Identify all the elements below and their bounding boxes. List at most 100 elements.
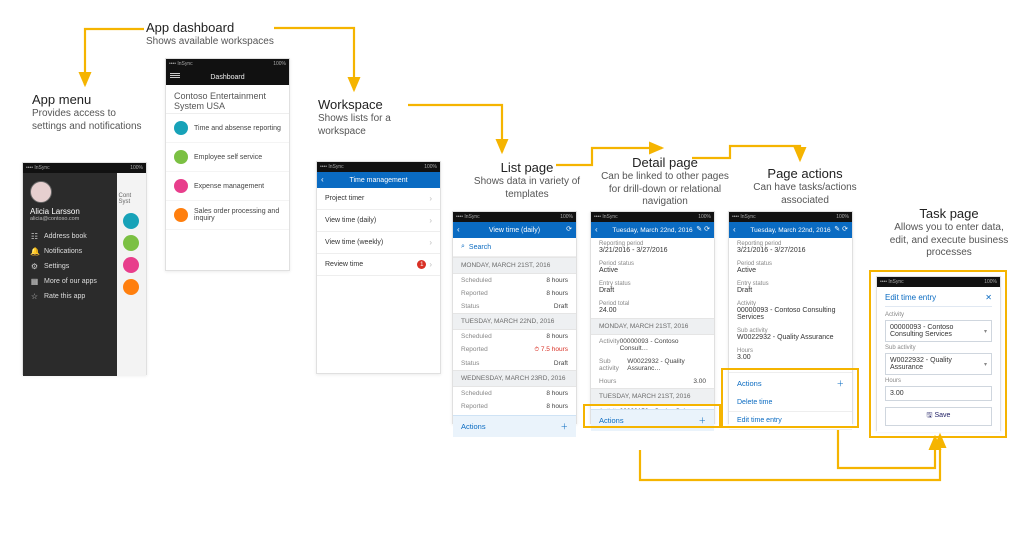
plus-icon[interactable]: ＋ [699, 415, 707, 426]
chevron-right-icon: › [429, 238, 432, 247]
refresh-icon[interactable]: ⟳ [842, 226, 848, 233]
list-item[interactable]: Scheduled8 hours [453, 274, 576, 287]
label-appmenu: App menu Provides access to settings and… [32, 92, 142, 133]
gear-icon: ⚙ [30, 262, 39, 271]
edit-icon[interactable]: ✎ [834, 226, 840, 233]
circle-icon [174, 208, 188, 222]
back-icon[interactable]: ‹ [595, 225, 598, 234]
circle-icon [174, 150, 188, 164]
label-title: App menu [32, 92, 142, 107]
page-title: Dashboard [210, 74, 244, 81]
circle-icon [174, 121, 188, 135]
menu-addressbook[interactable]: ☷Address book [30, 232, 110, 241]
chevron-right-icon: › [429, 260, 432, 269]
list-item[interactable]: Reported8 hours [453, 400, 576, 413]
phone-pageactions: •••• InSync100% ‹ Tuesday, March 22nd, 2… [728, 211, 853, 424]
action-delete-time[interactable]: Delete time [729, 394, 852, 412]
circle-icon [174, 179, 188, 193]
refresh-icon[interactable]: ⟳ [566, 225, 572, 233]
label-listpage: List page Shows data in variety of templ… [462, 160, 592, 201]
plus-icon[interactable]: ＋ [561, 421, 569, 432]
list-item[interactable]: Activity00000093 - Contoso Consult… [591, 335, 714, 355]
group-header: TUESDAY, MARCH 21ST, 2016 [591, 388, 714, 405]
list-item[interactable]: Activity00000150 - Cycles Sales and… [591, 405, 714, 409]
hamburger-icon[interactable] [170, 72, 180, 81]
list-item[interactable]: Sub activityW0022932 - Quality Assuranc… [591, 355, 714, 375]
list-review-time[interactable]: Review time1› [317, 254, 440, 276]
chevron-right-icon: › [429, 194, 432, 203]
chip-icon [123, 257, 139, 273]
list-item[interactable]: StatusDraft [453, 357, 576, 370]
phone-taskpage: •••• InSync100% Edit time entry ✕ Activi… [876, 276, 1001, 431]
menu-rate[interactable]: ☆Rate this app [30, 292, 110, 301]
actions-bar[interactable]: Actions＋ [729, 372, 852, 394]
actions-bar[interactable]: Actions＋ [591, 409, 714, 431]
list-item[interactable]: Hours3.00 [591, 375, 714, 388]
chevron-right-icon: › [429, 216, 432, 225]
list-project-timer[interactable]: Project timer› [317, 188, 440, 210]
peek-dashboard: ContSyst [117, 173, 146, 376]
list-view-weekly[interactable]: View time (weekly)› [317, 232, 440, 254]
phone-appmenu: •••• InSync100% Alicia Larsson alicia@co… [22, 162, 147, 375]
plus-icon[interactable]: ＋ [837, 378, 845, 389]
workspace-sales[interactable]: Sales order processing and inquiry [166, 201, 289, 230]
page-title: Tuesday, March 22nd, 2016 [750, 227, 830, 234]
company-name: Contoso Entertainment System USA [166, 85, 289, 113]
page-title: Time management [349, 177, 407, 184]
label-pageactions: Page actions Can have tasks/actions asso… [740, 166, 870, 207]
workspace-ess[interactable]: Employee self service [166, 143, 289, 172]
chip-icon [123, 279, 139, 295]
list-view-daily[interactable]: View time (daily)› [317, 210, 440, 232]
list-item[interactable]: Scheduled8 hours [453, 330, 576, 343]
user-mail: alicia@contoso.com [30, 216, 110, 222]
label-dashboard: App dashboard Shows available workspaces [146, 20, 296, 49]
apps-icon: ▦ [30, 277, 39, 286]
list-item[interactable]: Reported⏱ 7.5 hours [453, 343, 576, 357]
page-title: Tuesday, March 22nd, 2016 [612, 227, 692, 234]
list-item[interactable]: StatusDraft [453, 300, 576, 313]
chip-icon [123, 235, 139, 251]
search-input[interactable]: ⌕Search [453, 238, 576, 257]
statusbar: •••• InSync100% [23, 163, 146, 173]
back-icon[interactable]: ‹ [321, 175, 324, 184]
subactivity-select[interactable]: W0022932 - Quality Assurance▾ [885, 353, 992, 375]
close-icon[interactable]: ✕ [985, 293, 992, 302]
grid-icon: ☷ [30, 232, 39, 241]
label-taskpage: Task page Allows you to enter data, edit… [884, 206, 1014, 260]
back-icon[interactable]: ‹ [733, 225, 736, 234]
workspace-time[interactable]: Time and absense reporting [166, 114, 289, 143]
back-icon[interactable]: ‹ [457, 225, 460, 234]
group-header: MONDAY, MARCH 21ST, 2016 [591, 318, 714, 335]
menu-notifications[interactable]: 🔔Notifications [30, 247, 110, 256]
phone-workspace: •••• InSync100% ‹ Time management Projec… [316, 161, 441, 374]
label-workspace: Workspace Shows lists for a workspace [318, 97, 438, 138]
action-edit-time[interactable]: Edit time entry [729, 412, 852, 430]
edit-icon[interactable]: ✎ [696, 226, 702, 233]
navbar: ‹ Tuesday, March 22nd, 2016 ✎ ⟳ [591, 222, 714, 238]
navbar: ‹ View time (daily) ⟳ [453, 222, 576, 238]
refresh-icon[interactable]: ⟳ [704, 226, 710, 233]
menu-moreapps[interactable]: ▦More of our apps [30, 277, 110, 286]
group-header: MONDAY, MARCH 21ST, 2016 [453, 257, 576, 274]
actions-bar[interactable]: Actions＋ [453, 415, 576, 437]
workspace-expense[interactable]: Expense management [166, 172, 289, 201]
menu-settings[interactable]: ⚙Settings [30, 262, 110, 271]
form-header: Edit time entry ✕ [885, 293, 992, 307]
detail-scroll[interactable]: Reporting period3/21/2016 - 3/27/2016 Pe… [591, 238, 714, 409]
detail-scroll[interactable]: Reporting period3/21/2016 - 3/27/2016 Pe… [729, 238, 852, 372]
list-item[interactable]: Reported8 hours [453, 287, 576, 300]
list-scroll[interactable]: MONDAY, MARCH 21ST, 2016 Scheduled8 hour… [453, 257, 576, 415]
label-sub: Provides access to settings and notifica… [32, 108, 142, 133]
chevron-down-icon: ▾ [984, 328, 987, 335]
phone-listpage: •••• InSync100% ‹ View time (daily) ⟳ ⌕S… [452, 211, 577, 424]
group-header: WEDNESDAY, MARCH 23RD, 2016 [453, 370, 576, 387]
navbar: Dashboard [166, 69, 289, 85]
search-icon: ⌕ [461, 243, 465, 251]
avatar[interactable] [30, 181, 52, 203]
hours-input[interactable]: 3.00 [885, 386, 992, 401]
list-item[interactable]: Scheduled8 hours [453, 387, 576, 400]
label-detailpage: Detail page Can be linked to other pages… [595, 155, 735, 209]
activity-select[interactable]: 00000093 - Contoso Consulting Services▾ [885, 320, 992, 342]
save-button[interactable]: 🖫 Save [885, 407, 992, 426]
count-badge: 1 [417, 260, 426, 269]
